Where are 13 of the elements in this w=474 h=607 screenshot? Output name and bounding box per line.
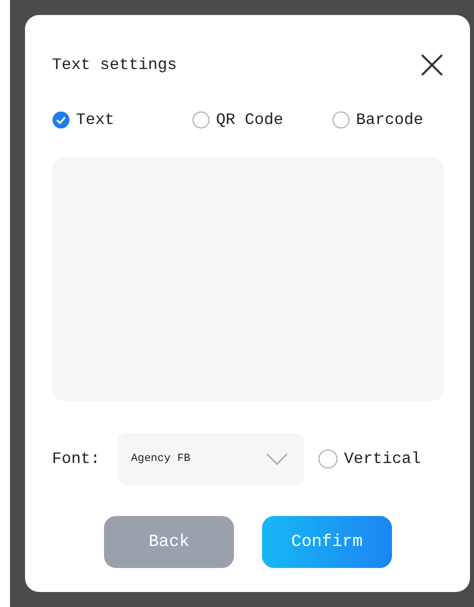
vertical-radio[interactable]: Vertical [318,449,421,469]
mode-radio[interactable]: QR Code [192,111,332,129]
radio-icon[interactable] [318,449,338,469]
radio-icon[interactable] [332,111,350,129]
close-icon[interactable] [420,53,444,77]
mode-radio[interactable]: Text [52,111,192,129]
chevron-down-icon [266,453,288,465]
radio-icon[interactable] [52,111,70,129]
dialog-title: Text settings [52,56,177,74]
font-label: Font: [52,450,102,468]
radio-icon[interactable] [192,111,210,129]
mode-radio[interactable]: Barcode [332,111,424,129]
font-dropdown[interactable]: Agency FB [118,433,304,485]
